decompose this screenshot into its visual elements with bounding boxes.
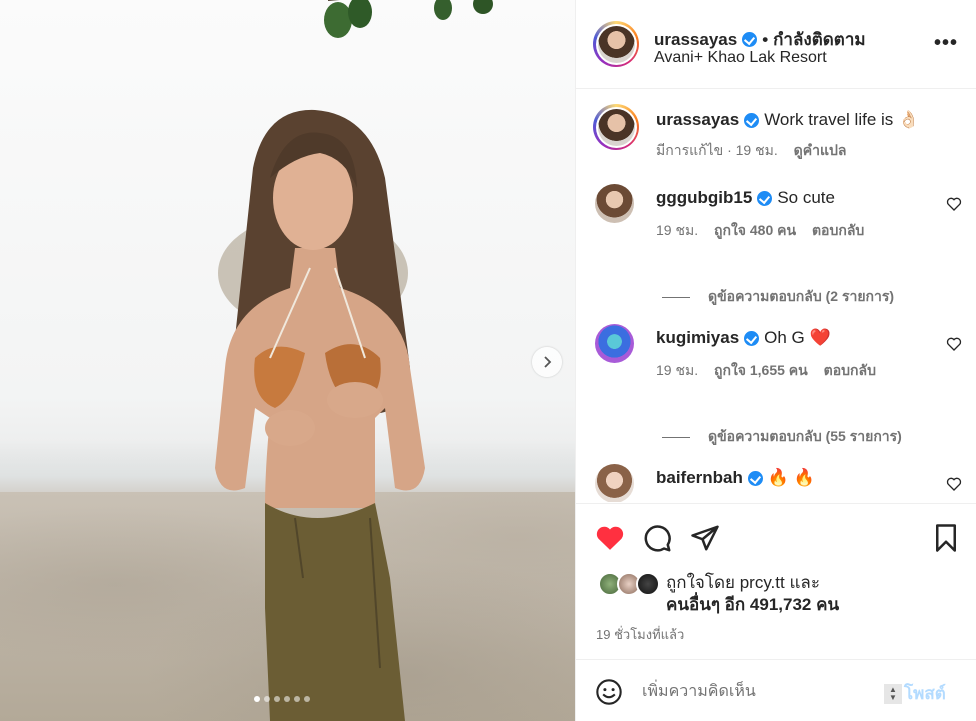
carousel-dot	[264, 696, 270, 702]
next-slide-button[interactable]	[532, 347, 562, 377]
save-bookmark-icon[interactable]	[931, 523, 961, 553]
reply-button[interactable]: ตอบกลับ	[812, 222, 864, 238]
commenter-username[interactable]: kugimiyas	[656, 328, 739, 348]
emoji-icon[interactable]	[595, 678, 623, 706]
post-header: urassayas • กำลังติดตาม Avani+ Khao Lak …	[576, 0, 976, 89]
heart-emoji: ❤️	[809, 328, 831, 347]
author-username[interactable]: urassayas	[654, 30, 737, 50]
post-sidebar: urassayas • กำลังติดตาม Avani+ Khao Lak …	[575, 0, 976, 721]
verified-icon	[757, 190, 773, 206]
likes-summary: ถูกใจโดย prcy.tt และ คนอื่นๆ อีก 491,732…	[598, 572, 839, 616]
comment-text: 🔥 🔥	[767, 468, 815, 487]
post-photo	[0, 0, 575, 721]
liker-avatars	[598, 572, 664, 596]
post-timestamp[interactable]: 19 ชั่วโมงที่แล้ว	[596, 624, 684, 645]
model-figure	[215, 109, 425, 721]
commenter-username[interactable]: baifernbah	[656, 468, 743, 488]
commenter-avatar[interactable]	[595, 324, 634, 363]
reply-button[interactable]: ตอบกลับ	[824, 362, 876, 378]
like-comment-heart-icon[interactable]	[946, 196, 962, 212]
post-dialog: urassayas • กำลังติดตาม Avani+ Khao Lak …	[0, 0, 976, 721]
caption-avatar[interactable]	[593, 104, 639, 150]
comment-input[interactable]	[642, 678, 872, 706]
commenter-username[interactable]: gggubgib15	[656, 188, 752, 208]
view-replies-link[interactable]: ดูข้อความตอบกลับ (55 รายการ)	[662, 426, 902, 448]
likes-text[interactable]: ถูกใจโดย prcy.tt และ คนอื่นๆ อีก 491,732…	[666, 572, 839, 616]
post-comment-button[interactable]: ▲ ▼ โพสต์	[884, 680, 946, 707]
translate-link[interactable]: ดูคำแปล	[794, 142, 847, 158]
carousel-dot	[254, 696, 260, 702]
verified-icon	[742, 32, 758, 47]
more-options-button[interactable]: •••	[934, 33, 958, 53]
share-icon[interactable]	[690, 523, 720, 553]
view-replies-link[interactable]: ดูข้อความตอบกลับ (2 รายการ)	[662, 286, 894, 308]
carousel-dot	[294, 696, 300, 702]
view-replies-label: ดูข้อความตอบกลับ (2 รายการ)	[708, 288, 895, 304]
location-link[interactable]: Avani+ Khao Lak Resort	[654, 49, 827, 67]
comment-text: Oh G	[764, 328, 805, 347]
others-count-line: คนอื่นๆ อีก 491,732 คน	[666, 595, 840, 614]
comment-time: 19 ชม.	[656, 362, 699, 378]
comment-icon[interactable]	[642, 523, 672, 553]
caption-line: urassayas Work travel life is 👌🏻	[656, 110, 919, 130]
caption-text: Work travel life is	[764, 110, 894, 129]
comment-line: gggubgib15 So cute	[656, 188, 835, 208]
liker-avatar[interactable]	[636, 572, 660, 596]
verified-icon	[747, 470, 763, 486]
comment-likes[interactable]: ถูกใจ 480 คน	[714, 222, 796, 238]
carousel-dot	[274, 696, 280, 702]
verified-icon	[744, 112, 760, 128]
separator: •	[762, 29, 769, 49]
commenter-avatar[interactable]	[595, 464, 634, 502]
liked-heart-icon[interactable]	[595, 523, 625, 553]
carousel-dot	[304, 696, 310, 702]
verified-icon	[744, 330, 760, 346]
caption-meta: มีการแก้ไข · 19 ชม. ดูคำแปล	[656, 140, 846, 162]
comment-line: baifernbah 🔥 🔥	[656, 468, 815, 488]
like-comment-heart-icon[interactable]	[946, 476, 962, 492]
like-comment-heart-icon[interactable]	[946, 336, 962, 352]
comment-text: So cute	[777, 188, 835, 207]
ok-hand-emoji: 👌🏻	[898, 110, 920, 129]
comment-time: 19 ชม.	[656, 222, 699, 238]
edited-time: มีการแก้ไข · 19 ชม.	[656, 142, 778, 158]
comment-line: kugimiyas Oh G ❤️	[656, 328, 831, 348]
comment-meta: 19 ชม. ถูกใจ 480 คน ตอบกลับ	[656, 220, 864, 242]
view-replies-label: ดูข้อความตอบกลับ (55 รายการ)	[708, 428, 902, 444]
carousel-dots	[254, 696, 310, 702]
chevron-right-icon	[544, 356, 552, 368]
input-stepper-icon: ▲ ▼	[884, 683, 902, 704]
liked-by-line: ถูกใจโดย prcy.tt และ	[666, 573, 820, 592]
post-actions: ถูกใจโดย prcy.tt และ คนอื่นๆ อีก 491,732…	[576, 503, 976, 658]
caption-username[interactable]: urassayas	[656, 110, 739, 130]
comment-composer: ▲▼ โพสต์	[576, 659, 976, 721]
comments-list: urassayas Work travel life is 👌🏻 มีการแก…	[576, 90, 976, 502]
leaves-decoration	[324, 0, 493, 38]
comment-likes[interactable]: ถูกใจ 1,655 คน	[714, 362, 808, 378]
commenter-avatar[interactable]	[595, 184, 634, 223]
author-avatar[interactable]	[593, 21, 639, 67]
comment-meta: 19 ชม. ถูกใจ 1,655 คน ตอบกลับ	[656, 360, 876, 382]
carousel-dot	[284, 696, 290, 702]
post-label: โพสต์	[904, 684, 946, 703]
